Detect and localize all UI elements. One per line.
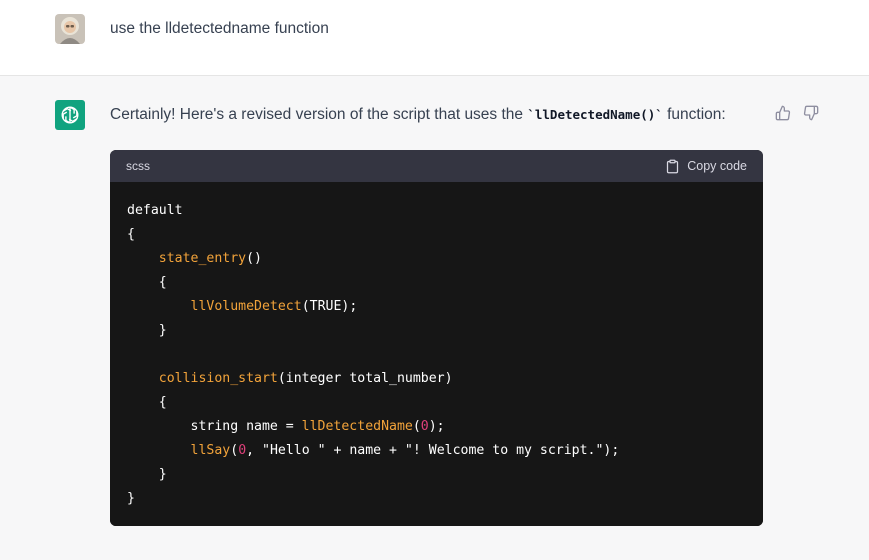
code-token: (integer total_number) xyxy=(277,371,453,386)
code-token: default xyxy=(127,203,183,218)
code-function-token: llSay xyxy=(190,443,231,458)
inline-code: `llDetectedName()` xyxy=(527,107,663,122)
clipboard-icon xyxy=(667,159,679,173)
code-token: } xyxy=(127,467,167,482)
code-line: default xyxy=(127,199,746,223)
user-avatar xyxy=(55,14,85,44)
code-function-token: collision_start xyxy=(158,371,278,386)
user-message-text: use the lldetectedname function xyxy=(110,20,329,37)
code-line: } xyxy=(127,319,746,343)
assistant-message-row: Certainly! Here's a revised version of t… xyxy=(0,77,869,560)
code-token: , "Hello " + name + "! Welcome to my scr… xyxy=(246,443,620,458)
user-message-row: use the lldetectedname function xyxy=(0,0,869,76)
assistant-text-before: Certainly! Here's a revised version of t… xyxy=(110,106,528,123)
code-line: } xyxy=(127,463,746,487)
chatgpt-logo-icon xyxy=(55,100,85,130)
code-line: string name = llDetectedName(0); xyxy=(127,415,746,439)
code-token: string name = xyxy=(127,419,302,434)
code-function-token: llVolumeDetect xyxy=(190,299,302,314)
code-function-token: state_entry xyxy=(158,251,247,266)
code-token: (TRUE); xyxy=(301,299,358,314)
code-line: collision_start(integer total_number) xyxy=(127,367,746,391)
code-token: ( xyxy=(412,419,421,434)
code-token: } xyxy=(127,491,135,506)
code-number-token: 0 xyxy=(420,419,429,434)
code-token: ( xyxy=(230,443,239,458)
code-token: } xyxy=(127,323,167,338)
code-block: scss Copy code default{ state_entry() { … xyxy=(110,150,763,526)
thumbs-up-button[interactable] xyxy=(774,104,792,122)
copy-code-label: Copy code xyxy=(687,159,747,173)
code-token: { xyxy=(127,227,135,242)
code-line: { xyxy=(127,271,746,295)
thumbs-down-button[interactable] xyxy=(802,104,820,122)
code-line: { xyxy=(127,391,746,415)
code-line: { xyxy=(127,223,746,247)
code-token: ); xyxy=(428,419,445,434)
code-number-token: 0 xyxy=(238,443,247,458)
code-line: state_entry() xyxy=(127,247,746,271)
assistant-message-text: Certainly! Here's a revised version of t… xyxy=(110,104,726,126)
code-line: } xyxy=(127,487,746,511)
code-token: { xyxy=(127,275,167,290)
code-token: { xyxy=(127,395,167,410)
code-block-header: scss Copy code xyxy=(110,150,763,182)
thumbs-up-icon xyxy=(775,105,791,121)
assistant-text-after: function: xyxy=(662,106,726,123)
code-line: llVolumeDetect(TRUE); xyxy=(127,295,746,319)
code-language-label: scss xyxy=(126,159,150,173)
code-content: default{ state_entry() { llVolumeDetect(… xyxy=(110,182,763,526)
code-token: () xyxy=(246,251,262,266)
copy-code-button[interactable]: Copy code xyxy=(665,159,747,174)
code-line: llSay(0, "Hello " + name + "! Welcome to… xyxy=(127,439,746,463)
code-function-token: llDetectedName xyxy=(301,419,413,434)
thumbs-down-icon xyxy=(803,105,819,121)
